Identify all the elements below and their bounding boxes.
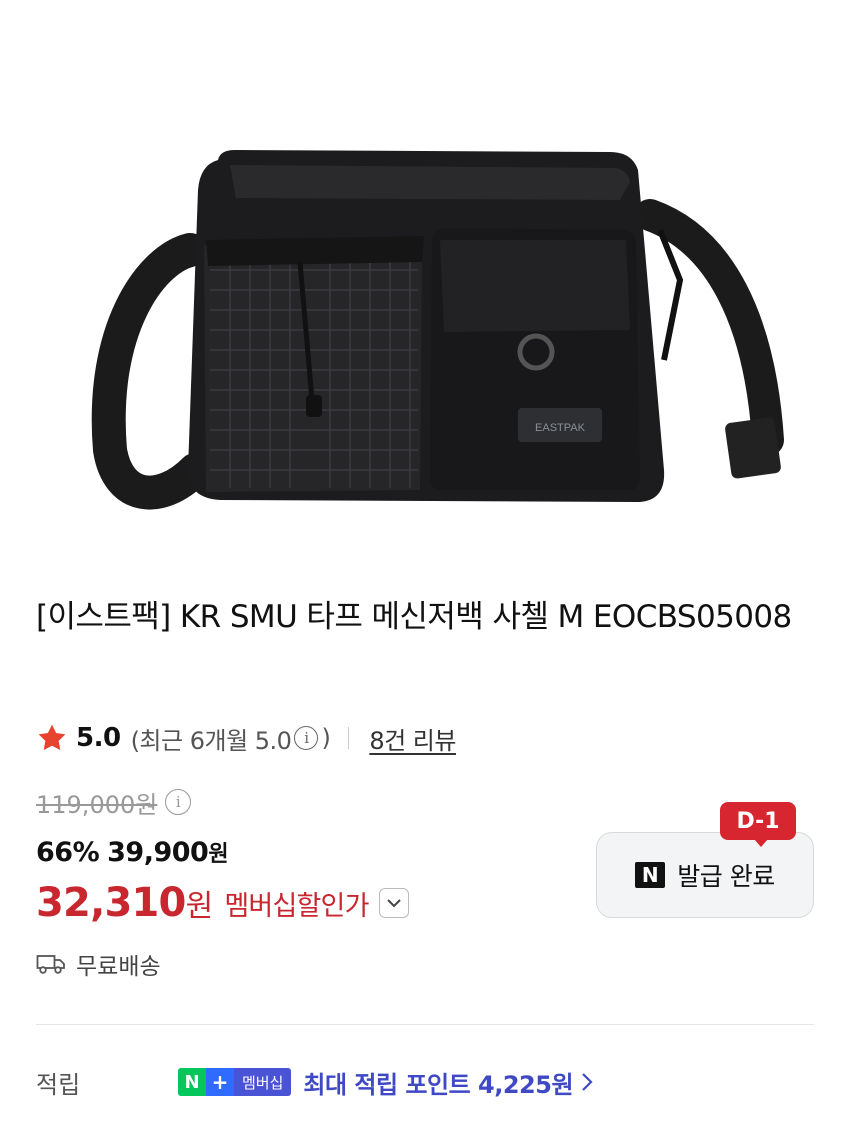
chevron-right-icon xyxy=(582,1073,593,1091)
naver-logo-icon: N xyxy=(635,862,666,888)
chevron-down-icon xyxy=(386,899,401,908)
product-title: [이스트팩] KR SMU 타프 메신저백 사첼 M EOCBS05008 xyxy=(36,599,792,635)
info-icon[interactable]: i xyxy=(294,726,319,750)
rating-row: 5.0 (최근 6개월 5.0 i ) 8건 리뷰 xyxy=(36,718,456,758)
plus-badge: + xyxy=(206,1068,234,1096)
sale-price-row: 66% 39,900 원 xyxy=(36,832,229,872)
review-count-link[interactable]: 8건 리뷰 xyxy=(369,721,456,756)
points-label: 적립 xyxy=(36,1070,81,1099)
member-price: 32,310 xyxy=(36,880,186,926)
truck-icon xyxy=(36,955,65,974)
recent-rating-close: ) xyxy=(321,724,331,752)
points-link[interactable]: N + 멤버십 최대 적립 포인트 4,225원 xyxy=(178,1064,593,1100)
original-price: 119,000원 xyxy=(36,790,158,819)
coupon-issued-button[interactable]: N 발급 완료 xyxy=(596,832,814,918)
bag-illustration: EASTPAK xyxy=(91,150,784,510)
price-info-icon[interactable]: i xyxy=(165,789,192,815)
dday-badge: D-1 xyxy=(720,802,796,847)
member-price-label: 멤버십할인가 xyxy=(224,890,369,922)
bag-logo-text: EASTPAK xyxy=(535,422,586,434)
discount-percent: 66% xyxy=(36,836,100,868)
sale-price: 39,900 xyxy=(107,836,209,868)
section-divider xyxy=(36,1024,814,1025)
member-price-unit: 원 xyxy=(185,889,214,924)
sale-price-unit: 원 xyxy=(208,842,229,867)
member-price-row: 32,310 원 멤버십할인가 xyxy=(36,876,409,930)
member-price-dropdown-button[interactable] xyxy=(378,888,409,918)
shipping-row: 무료배송 xyxy=(36,946,161,982)
rating-score: 5.0 xyxy=(76,723,121,753)
shipping-label: 무료배송 xyxy=(76,954,161,980)
coupon-status: 발급 완료 xyxy=(677,862,775,891)
naver-badge: N xyxy=(178,1068,206,1096)
recent-rating: (최근 6개월 5.0 i ) xyxy=(131,721,331,756)
membership-badge: 멤버십 xyxy=(234,1068,292,1096)
divider xyxy=(348,727,350,749)
recent-rating-label: (최근 6개월 5.0 xyxy=(130,726,292,755)
original-price-row: 119,000원 i xyxy=(36,784,194,820)
max-points-text: 최대 적립 포인트 4,225원 xyxy=(303,1070,574,1099)
star-icon xyxy=(38,724,66,751)
product-image: EASTPAK xyxy=(0,0,850,570)
